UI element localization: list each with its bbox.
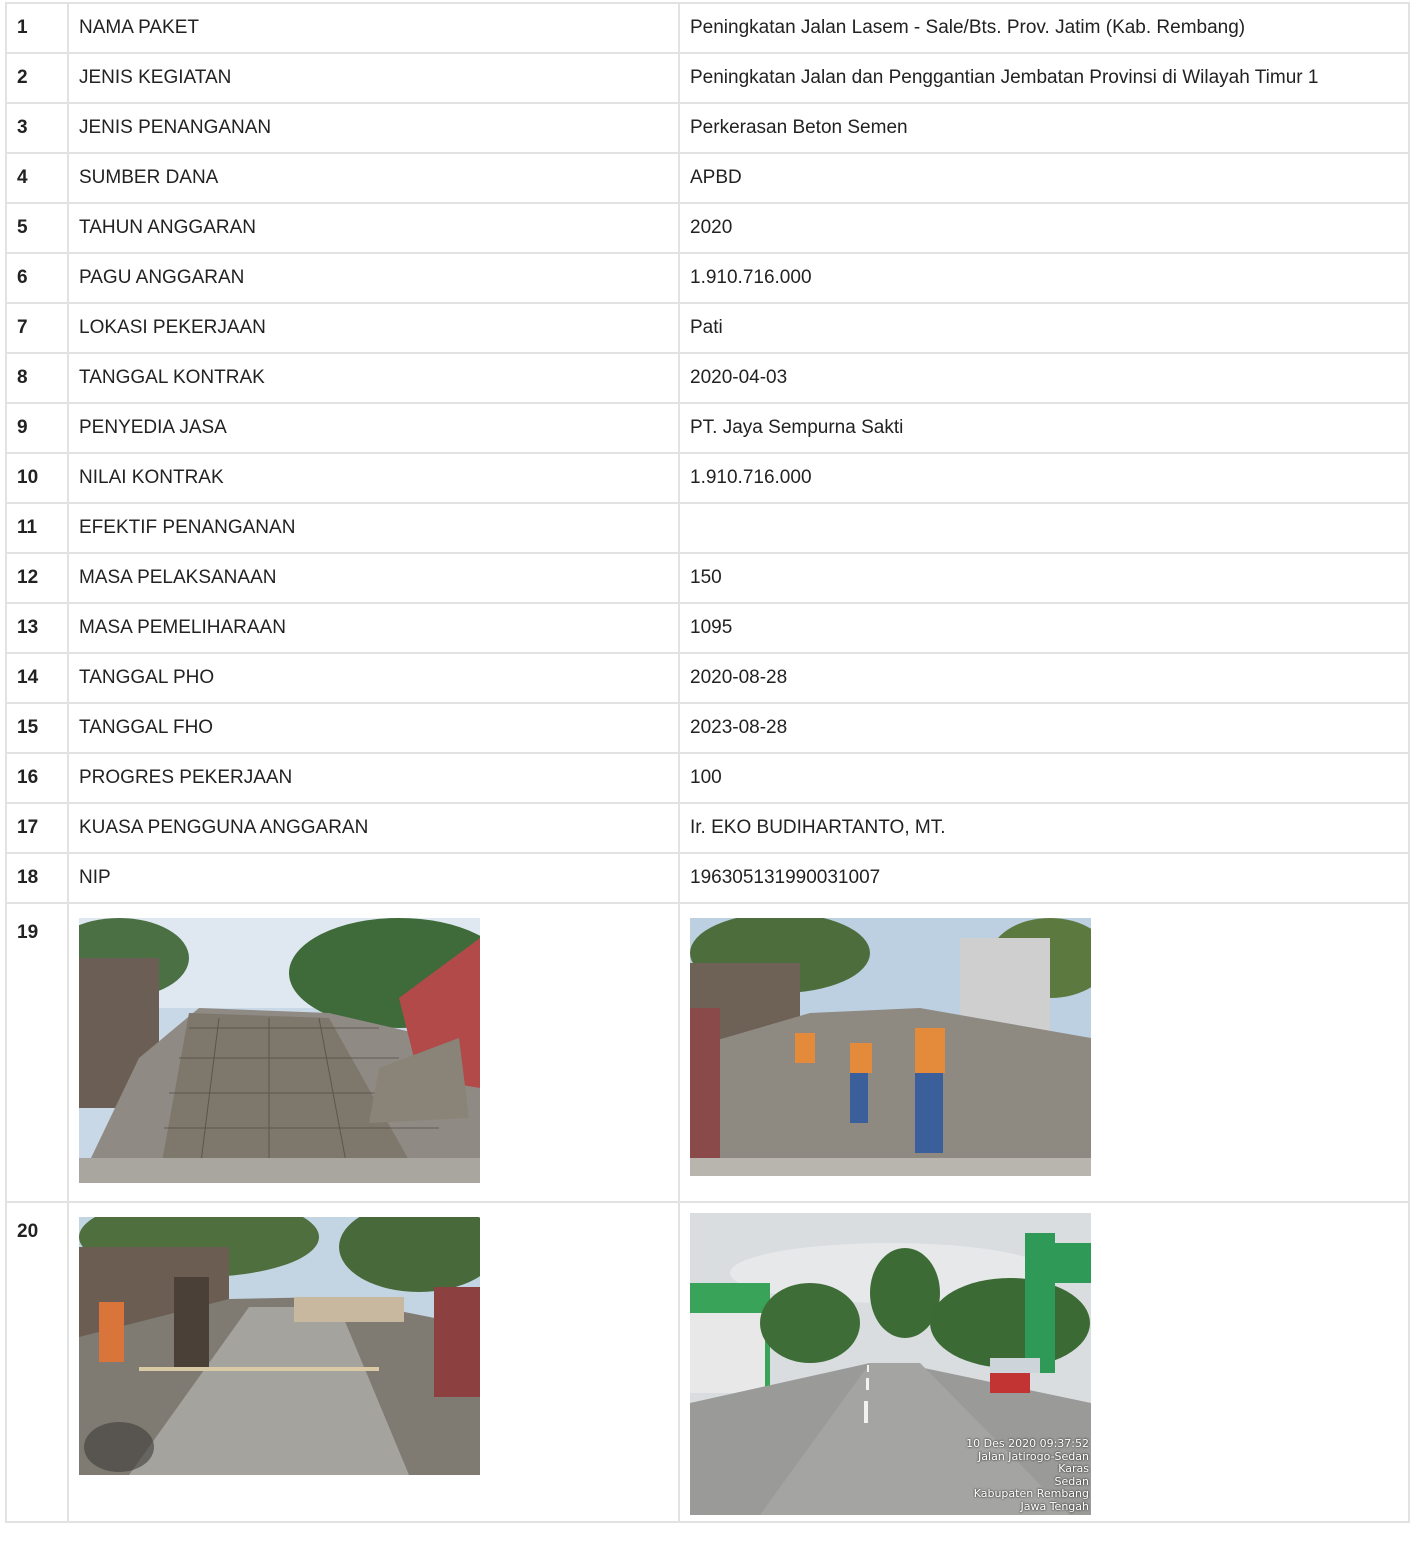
row-label: KUASA PENGGUNA ANGGARAN	[67, 802, 680, 854]
row-label: JENIS PENANGANAN	[67, 102, 680, 154]
row-value: 2020-08-28	[678, 652, 1410, 704]
row-value: 1095	[678, 602, 1410, 654]
table-row: 3 JENIS PENANGANAN Perkerasan Beton Semen	[5, 102, 1410, 154]
table-row: 11 EFEKTIF PENANGANAN	[5, 502, 1410, 554]
location-village-text: Karas	[1058, 1462, 1089, 1475]
row-number: 12	[5, 552, 69, 604]
row-value: 1.910.716.000	[678, 452, 1410, 504]
row-label: MASA PELAKSANAAN	[67, 552, 680, 604]
row-number: 18	[5, 852, 69, 904]
row-value: 100	[678, 752, 1410, 804]
row-number: 1	[5, 2, 69, 54]
row-value: 2020-04-03	[678, 352, 1410, 404]
row-number: 6	[5, 252, 69, 304]
table-row: 12 MASA PELAKSANAAN 150	[5, 552, 1410, 604]
row-label: PROGRES PEKERJAAN	[67, 752, 680, 804]
row-value: 1.910.716.000	[678, 252, 1410, 304]
timestamp-text: 10 Des 2020 09:37:52	[966, 1437, 1089, 1450]
photo-cell	[67, 1201, 680, 1523]
table-row: 6 PAGU ANGGARAN 1.910.716.000	[5, 252, 1410, 304]
row-value: Peningkatan Jalan Lasem - Sale/Bts. Prov…	[678, 2, 1410, 54]
row-number: 17	[5, 802, 69, 854]
row-label: NAMA PAKET	[67, 2, 680, 54]
row-value: 2020	[678, 202, 1410, 254]
photo-row: 20 10 Des 2020 09:37:52 Jalan Jatirogo-S…	[5, 1201, 1410, 1523]
row-label: PENYEDIA JASA	[67, 402, 680, 454]
table-row: 4 SUMBER DANA APBD	[5, 152, 1410, 204]
photo-cell	[678, 902, 1410, 1203]
location-regency-text: Kabupaten Rembang	[973, 1487, 1089, 1500]
photo-cell	[67, 902, 680, 1203]
table-row: 17 KUASA PENGGUNA ANGGARAN Ir. EKO BUDIHAR…	[5, 802, 1410, 854]
row-number: 5	[5, 202, 69, 254]
table-row: 7 LOKASI PEKERJAAN Pati	[5, 302, 1410, 354]
row-number: 13	[5, 602, 69, 654]
table-row: 18 NIP 196305131990031007	[5, 852, 1410, 904]
row-label: TAHUN ANGGARAN	[67, 202, 680, 254]
row-number: 8	[5, 352, 69, 404]
row-label: TANGGAL PHO	[67, 652, 680, 704]
row-label: SUMBER DANA	[67, 152, 680, 204]
row-value: Ir. EKO BUDIHARTANTO, MT.	[678, 802, 1410, 854]
table-row: 9 PENYEDIA JASA PT. Jaya Sempurna Sakti	[5, 402, 1410, 454]
table-row: 10 NILAI KONTRAK 1.910.716.000	[5, 452, 1410, 504]
row-value: 150	[678, 552, 1410, 604]
row-number: 11	[5, 502, 69, 554]
table-row: 2 JENIS KEGIATAN Peningkatan Jalan dan Pen…	[5, 52, 1410, 104]
row-number: 14	[5, 652, 69, 704]
row-value: PT. Jaya Sempurna Sakti	[678, 402, 1410, 454]
table-row: 5 TAHUN ANGGARAN 2020	[5, 202, 1410, 254]
table-row: 13 MASA PEMELIHARAAN 1095	[5, 602, 1410, 654]
row-number: 7	[5, 302, 69, 354]
photo-cell: 10 Des 2020 09:37:52 Jalan Jatirogo-Seda…	[678, 1201, 1410, 1523]
row-value	[678, 502, 1410, 554]
row-label: EFEKTIF PENANGANAN	[67, 502, 680, 554]
photo-rebar-concrete-pour	[79, 918, 480, 1183]
row-value: Perkerasan Beton Semen	[678, 102, 1410, 154]
photo-concrete-finishing	[79, 1217, 480, 1475]
row-label: LOKASI PEKERJAAN	[67, 302, 680, 354]
photo-timestamp-overlay: 10 Des 2020 09:37:52 Jalan Jatirogo-Seda…	[966, 1437, 1089, 1513]
row-value: 2023-08-28	[678, 702, 1410, 754]
row-number: 10	[5, 452, 69, 504]
project-info-table: 1 NAMA PAKET Peningkatan Jalan Lasem - Sal…	[5, 2, 1410, 1523]
row-label: TANGGAL FHO	[67, 702, 680, 754]
row-label: NIP	[67, 852, 680, 904]
row-number: 9	[5, 402, 69, 454]
table-row: 15 TANGGAL FHO 2023-08-28	[5, 702, 1410, 754]
row-number: 3	[5, 102, 69, 154]
table-row: 1 NAMA PAKET Peningkatan Jalan Lasem - Sal…	[5, 2, 1410, 54]
photo-workers-spreading-concrete	[690, 918, 1091, 1176]
row-number: 16	[5, 752, 69, 804]
table-row: 16 PROGRES PEKERJAAN 100	[5, 752, 1410, 804]
location-province-text: Jawa Tengah	[1020, 1499, 1089, 1513]
photo-finished-road: 10 Des 2020 09:37:52 Jalan Jatirogo-Seda…	[690, 1213, 1091, 1515]
table-row: 14 TANGGAL PHO 2020-08-28	[5, 652, 1410, 704]
row-label: PAGU ANGGARAN	[67, 252, 680, 304]
row-label: NILAI KONTRAK	[67, 452, 680, 504]
table-row: 8 TANGGAL KONTRAK 2020-04-03	[5, 352, 1410, 404]
photo-row: 19	[5, 902, 1410, 1203]
row-number: 15	[5, 702, 69, 754]
row-value: Peningkatan Jalan dan Penggantian Jembat…	[678, 52, 1410, 104]
row-label: JENIS KEGIATAN	[67, 52, 680, 104]
row-number: 4	[5, 152, 69, 204]
row-label: MASA PEMELIHARAAN	[67, 602, 680, 654]
row-number: 2	[5, 52, 69, 104]
row-label: TANGGAL KONTRAK	[67, 352, 680, 404]
row-number: 20	[5, 1201, 69, 1523]
row-value: APBD	[678, 152, 1410, 204]
row-number: 19	[5, 902, 69, 1203]
row-value: 196305131990031007	[678, 852, 1410, 904]
row-value: Pati	[678, 302, 1410, 354]
